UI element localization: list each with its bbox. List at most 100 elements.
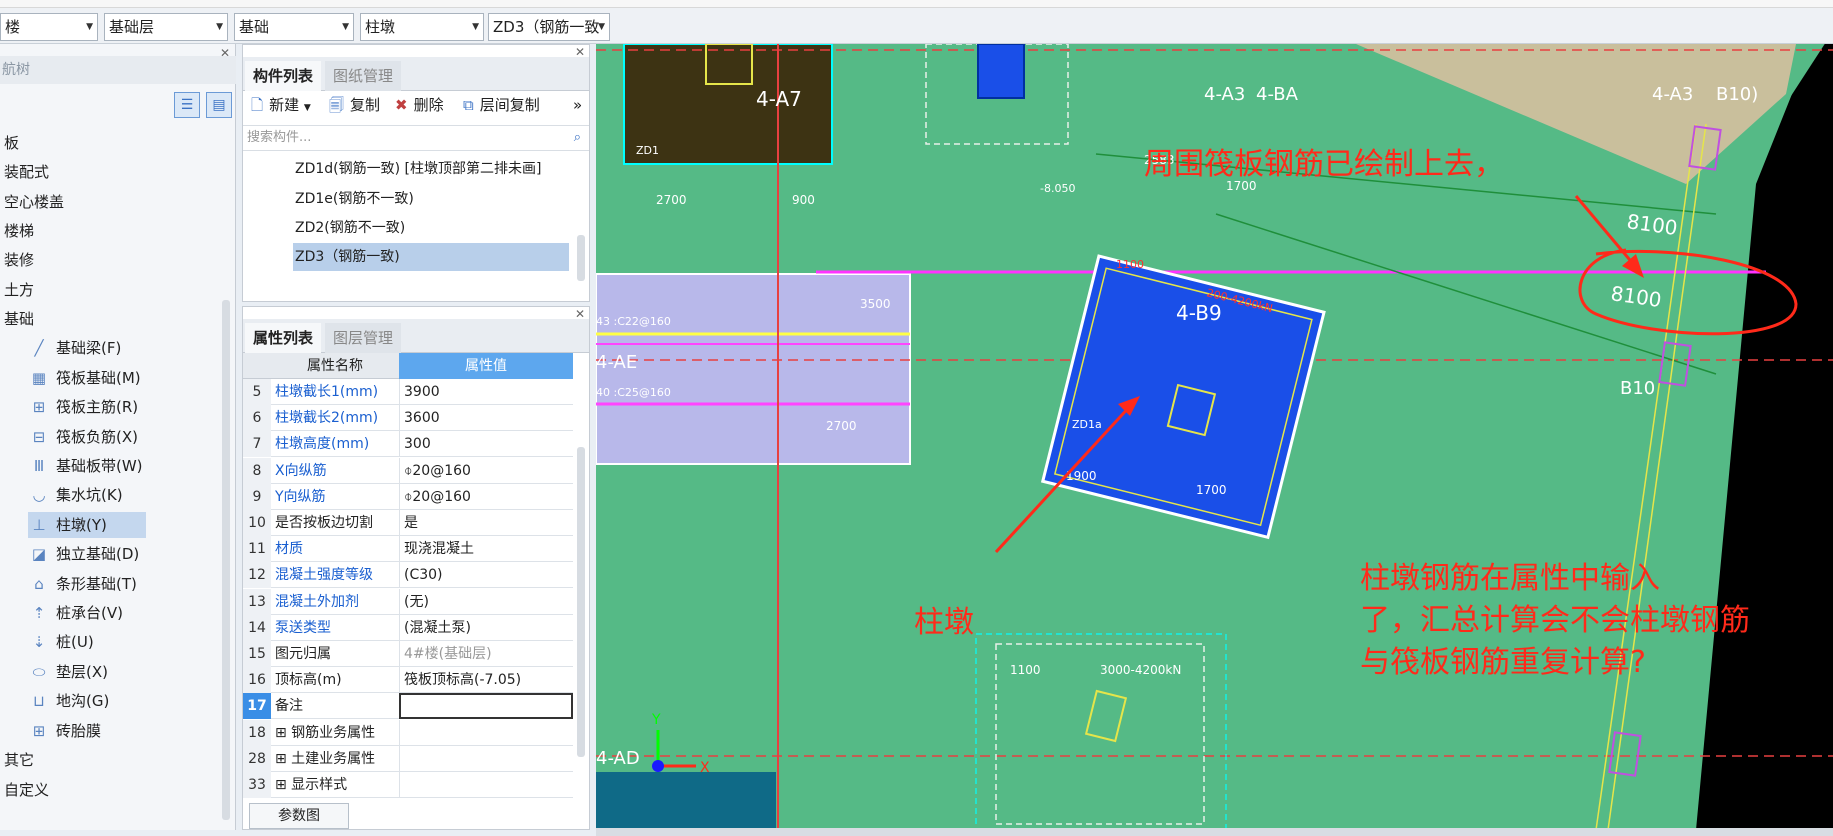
nav-sub-sump[interactable]: ◡ 集水坑(K) bbox=[28, 482, 146, 508]
nav-item-decoration[interactable]: 装修 bbox=[4, 247, 34, 273]
property-row[interactable]: 16 顶标高(m) 筏板顶标高(-7.05) bbox=[243, 667, 573, 694]
list-view-icon[interactable]: ☰ bbox=[174, 92, 200, 118]
copy-button[interactable]: 🗐 复制 bbox=[329, 93, 380, 117]
param-diagram-button[interactable]: 参数图 bbox=[249, 803, 349, 829]
nav-sub-label: 桩承台(V) bbox=[56, 604, 123, 622]
nav-sub-trench[interactable]: ⊔ 地沟(G) bbox=[28, 688, 146, 714]
property-value[interactable]: 现浇混凝土 bbox=[399, 536, 573, 563]
nav-item-stairs[interactable]: 楼梯 bbox=[4, 218, 34, 244]
dim-label: 2700 bbox=[656, 193, 687, 207]
trench-icon: ⊔ bbox=[33, 692, 45, 710]
nav-item-slab[interactable]: 板 bbox=[4, 130, 19, 156]
cad-canvas[interactable]: 4-B9 4-A7 4-A3 4-BA 4-A3 B10) 4-AE 4-AD … bbox=[596, 44, 1833, 830]
nav-item-other[interactable]: 其它 bbox=[4, 747, 34, 773]
property-value[interactable]: (C30) bbox=[399, 562, 573, 589]
new-label: 新建 bbox=[269, 96, 300, 114]
property-value[interactable]: ⌽20@160 bbox=[399, 457, 573, 484]
delete-button[interactable]: ✖ 删除 bbox=[395, 93, 444, 117]
property-row[interactable]: 17 备注 bbox=[243, 693, 573, 720]
component-item[interactable]: ZD2(钢筋不一致) bbox=[293, 214, 569, 242]
pile-cap-icon: ⇡ bbox=[32, 604, 46, 622]
new-button[interactable]: 🗋 新建 ▼ bbox=[251, 93, 311, 117]
nav-sub-slab-strip[interactable]: Ⅲ 基础板带(W) bbox=[28, 453, 146, 479]
nav-item-prefab[interactable]: 装配式 bbox=[4, 159, 49, 185]
nav-sub-isolated-footing[interactable]: ◪ 独立基础(D) bbox=[28, 541, 146, 567]
property-value[interactable]: 3900 bbox=[399, 379, 573, 405]
component-item-selected[interactable]: ZD3（钢筋一致) bbox=[293, 243, 569, 271]
property-scrollbar[interactable] bbox=[577, 447, 585, 757]
property-value[interactable] bbox=[399, 719, 573, 746]
nav-sub-raft-main-rebar[interactable]: ⊞ 筏板主筋(R) bbox=[28, 394, 146, 420]
property-row[interactable]: 33 ⊞ 显示样式 bbox=[243, 772, 573, 798]
property-value[interactable]: (混凝土泵) bbox=[399, 614, 573, 641]
component-select-value: ZD3（钢筋一致 bbox=[493, 18, 600, 36]
property-name: 柱墩截长1(mm) bbox=[275, 384, 379, 400]
type-select[interactable]: 柱墩 ▼ bbox=[360, 13, 484, 41]
tab-layer-manage[interactable]: 图层管理 bbox=[325, 323, 402, 353]
component-scrollbar[interactable] bbox=[577, 235, 585, 281]
component-item[interactable]: ZD1e(钢筋不一致) bbox=[293, 185, 569, 213]
tab-component-list[interactable]: 构件列表 bbox=[245, 61, 322, 91]
detail-view-icon[interactable]: ▤ bbox=[206, 92, 232, 118]
nav-sub-pile-cap[interactable]: ⇡ 桩承台(V) bbox=[28, 600, 146, 626]
property-name: 备注 bbox=[275, 698, 303, 715]
nav-sub-raft-neg-rebar[interactable]: ⊟ 筏板负筋(X) bbox=[28, 424, 146, 450]
nav-item-foundation[interactable]: 基础 bbox=[4, 306, 34, 332]
nav-sub-label: 垫层(X) bbox=[56, 663, 108, 681]
nav-scrollbar[interactable] bbox=[222, 300, 230, 820]
axis-label: 4-A7 bbox=[756, 87, 802, 111]
property-row[interactable]: 13 混凝土外加剂 (无) bbox=[243, 588, 573, 615]
search-icon: ⌕ bbox=[573, 130, 581, 145]
property-value[interactable]: 4#楼(基础层) bbox=[399, 641, 573, 667]
floor-copy-button[interactable]: ⧉ 层间复制 bbox=[463, 93, 540, 117]
nav-sub-pier[interactable]: ⊥ 柱墩(Y) bbox=[28, 512, 146, 538]
tab-drawing-manage[interactable]: 图纸管理 bbox=[325, 61, 402, 91]
property-value[interactable]: 300 bbox=[399, 431, 573, 458]
layer-select[interactable]: 基础层 ▼ bbox=[104, 13, 228, 41]
property-row[interactable]: 6 柱墩截长2(mm) 3600 bbox=[243, 405, 573, 432]
property-row[interactable]: 14 泵送类型 (混凝土泵) bbox=[243, 614, 573, 641]
nav-sub-brick-form[interactable]: ⊞ 砖胎膜 bbox=[28, 718, 146, 744]
category-select[interactable]: 基础 ▼ bbox=[234, 13, 354, 41]
nav-tree-title: 航树 bbox=[2, 62, 30, 78]
tab-property-list[interactable]: 属性列表 bbox=[245, 323, 322, 353]
nav-sub-raft[interactable]: ▦ 筏板基础(M) bbox=[28, 365, 146, 391]
floor-select[interactable]: 楼 ▼ bbox=[0, 13, 98, 41]
property-row[interactable]: 5 柱墩截长1(mm) 3900 bbox=[243, 379, 573, 405]
chevron-down-icon: ▼ bbox=[303, 103, 311, 113]
row-number: 5 bbox=[243, 379, 271, 405]
property-value[interactable]: ⌽20@160 bbox=[399, 483, 573, 510]
property-value[interactable]: 筏板顶标高(-7.05) bbox=[399, 667, 573, 694]
nav-sub-label: 条形基础(T) bbox=[56, 575, 137, 593]
property-name: Y向纵筋 bbox=[275, 488, 326, 505]
property-row[interactable]: 7 柱墩高度(mm) 300 bbox=[243, 431, 573, 458]
nav-sub-strip-footing[interactable]: ⌂ 条形基础(T) bbox=[28, 571, 146, 597]
property-value[interactable]: (无) bbox=[399, 588, 573, 615]
property-row[interactable]: 15 图元归属 4#楼(基础层) bbox=[243, 641, 573, 667]
property-row[interactable]: 10 是否按板边切割 是 bbox=[243, 510, 573, 536]
property-row[interactable]: 11 材质 现浇混凝土 bbox=[243, 536, 573, 563]
property-name: 柱墩高度(mm) bbox=[275, 436, 370, 453]
more-button[interactable]: » bbox=[573, 93, 582, 117]
property-value[interactable] bbox=[399, 693, 573, 720]
nav-sub-pile[interactable]: ⇣ 桩(U) bbox=[28, 629, 146, 655]
nav-sub-cushion[interactable]: ⬭ 垫层(X) bbox=[28, 659, 146, 685]
property-row[interactable]: 18 ⊞ 钢筋业务属性 bbox=[243, 719, 573, 746]
property-value[interactable] bbox=[399, 772, 573, 798]
nav-sub-foundation-beam[interactable]: ╱ 基础梁(F) bbox=[28, 335, 146, 361]
property-value[interactable]: 3600 bbox=[399, 405, 573, 432]
property-row[interactable]: 8 X向纵筋 ⌽20@160 bbox=[243, 457, 573, 484]
component-search-input[interactable]: 搜索构件... ⌕ bbox=[243, 125, 589, 151]
property-row[interactable]: 28 ⊞ 土建业务属性 bbox=[243, 745, 573, 772]
property-value[interactable] bbox=[399, 745, 573, 772]
property-row[interactable]: 9 Y向纵筋 ⌽20@160 bbox=[243, 483, 573, 510]
component-select[interactable]: ZD3（钢筋一致 ▼ bbox=[488, 13, 610, 41]
property-value[interactable]: 是 bbox=[399, 510, 573, 536]
nav-item-hollow-slab[interactable]: 空心楼盖 bbox=[4, 189, 64, 215]
nav-item-custom[interactable]: 自定义 bbox=[4, 777, 49, 803]
component-item[interactable]: ZD1d(钢筋一致) [柱墩顶部第二排未画] bbox=[293, 155, 569, 183]
property-name: 顶标高(m) bbox=[275, 672, 342, 689]
close-icon[interactable]: ✕ bbox=[220, 46, 230, 60]
nav-item-earthwork[interactable]: 土方 bbox=[4, 277, 34, 303]
property-row[interactable]: 12 混凝土强度等级 (C30) bbox=[243, 562, 573, 589]
